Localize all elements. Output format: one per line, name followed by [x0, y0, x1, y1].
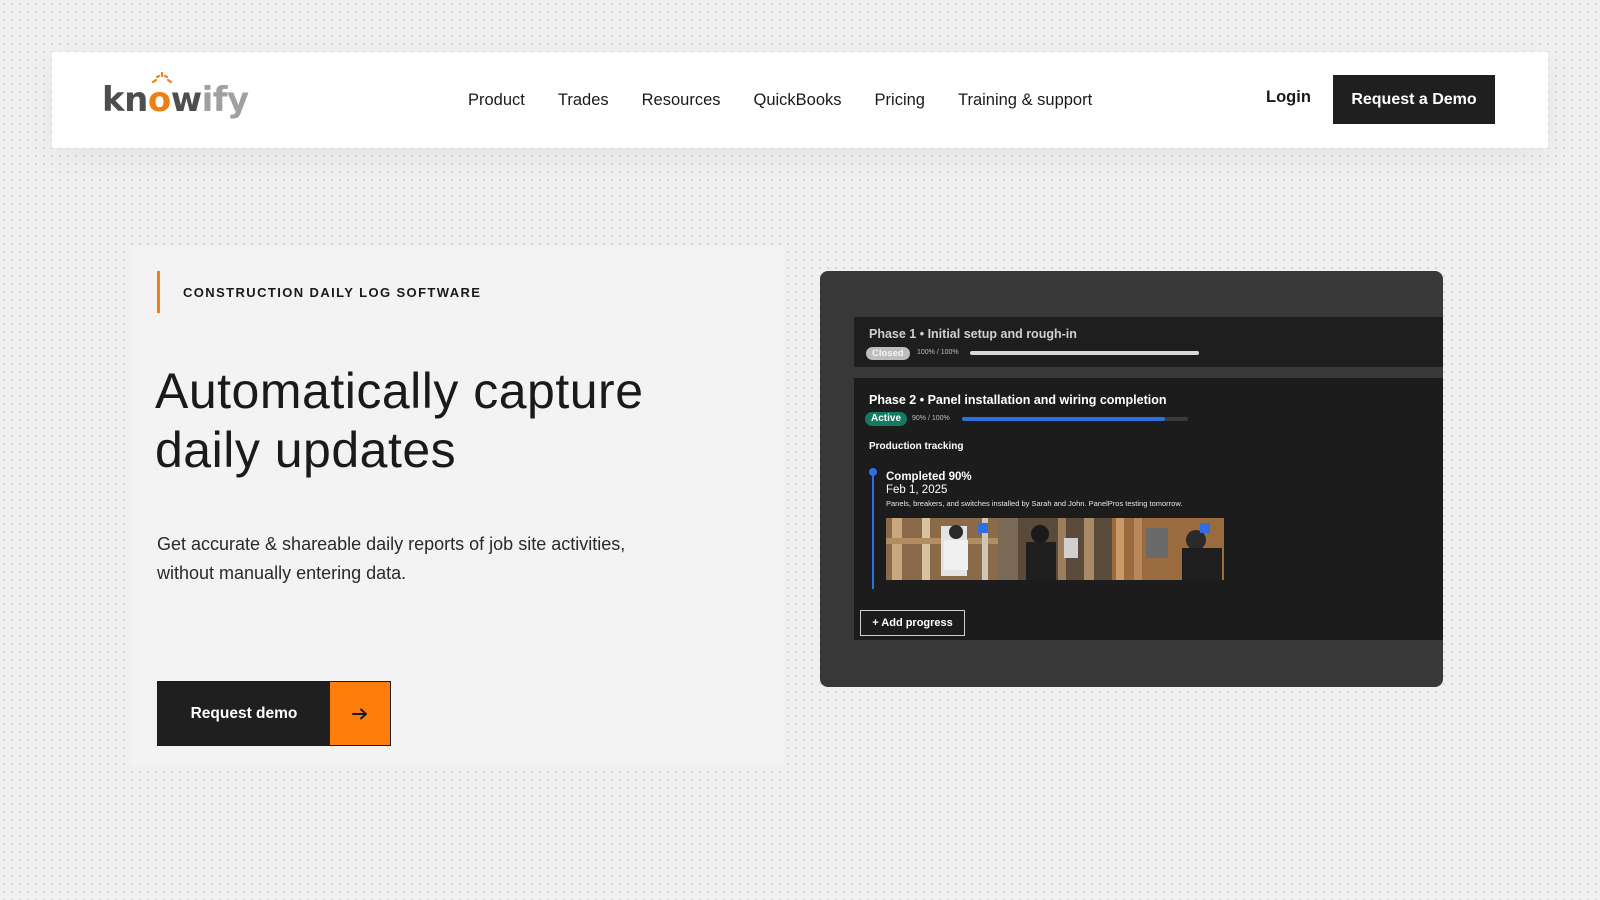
entry-title: Completed 90% — [886, 471, 972, 483]
photo-strip — [886, 518, 1226, 580]
photo-thumbnail[interactable] — [998, 518, 1112, 580]
logo-text-ify: ify — [201, 80, 250, 120]
hero-eyebrow: CONSTRUCTION DAILY LOG SOFTWARE — [157, 271, 481, 313]
phase-2-title: Phase 2 • Panel installation and wiring … — [869, 393, 1167, 407]
phase-1-progress-track — [970, 351, 1199, 355]
nav-trades[interactable]: Trades — [558, 91, 609, 110]
entry-note: Panels, breakers, and switches installed… — [886, 499, 1183, 508]
logo-text-o: o — [147, 80, 171, 120]
main-nav: Product Trades Resources QuickBooks Pric… — [468, 52, 1125, 148]
headline-line-1: Automatically capture — [155, 363, 644, 419]
subtext-line-1: Get accurate & shareable daily reports o… — [157, 534, 626, 554]
hero-subtext: Get accurate & shareable daily reports o… — [157, 530, 717, 588]
app-mockup: Phase 1 • Initial setup and rough-in Clo… — [820, 271, 1443, 687]
knowify-logo[interactable]: kn o w ify — [102, 72, 250, 120]
nav-pricing[interactable]: Pricing — [875, 91, 925, 110]
phase-1-title: Phase 1 • Initial setup and rough-in — [869, 327, 1077, 341]
add-progress-button[interactable]: + Add progress — [860, 610, 965, 636]
logo-o: o — [147, 72, 172, 120]
request-demo-cta[interactable]: Request demo — [157, 681, 391, 746]
nav-quickbooks[interactable]: QuickBooks — [754, 91, 842, 110]
phase-1-progress-fill — [970, 351, 1199, 355]
headline-line-2: daily updates — [155, 422, 457, 478]
timeline-line — [872, 471, 874, 589]
login-link[interactable]: Login — [1266, 88, 1311, 107]
top-navbar: kn o w ify Product Trades Resources Quic… — [52, 52, 1548, 148]
request-demo-label: Request demo — [158, 682, 330, 745]
arrow-right-icon — [330, 682, 390, 745]
entry-date: Feb 1, 2025 — [886, 484, 948, 496]
phase-2-progress-track — [962, 417, 1188, 421]
photo-thumbnail[interactable] — [1112, 518, 1224, 580]
nav-training-support[interactable]: Training & support — [958, 91, 1092, 110]
production-tracking-label: Production tracking — [869, 441, 964, 452]
status-badge-closed: Closed — [866, 347, 910, 360]
subtext-line-2: without manually entering data. — [157, 563, 407, 583]
nav-resources[interactable]: Resources — [642, 91, 721, 110]
nav-product[interactable]: Product — [468, 91, 525, 110]
phase-1-card[interactable]: Phase 1 • Initial setup and rough-in Clo… — [854, 317, 1443, 367]
logo-text-w: w — [170, 80, 202, 120]
sun-icon — [151, 72, 172, 84]
request-a-demo-button[interactable]: Request a Demo — [1333, 75, 1495, 124]
timeline-dot — [869, 468, 877, 476]
photo-thumbnail[interactable] — [886, 518, 998, 580]
phase-2-card[interactable]: Phase 2 • Panel installation and wiring … — [854, 378, 1443, 640]
phase-1-percent: 100% / 100% — [917, 349, 959, 356]
phase-2-percent: 90% / 100% — [912, 415, 950, 422]
status-badge-active: Active — [865, 412, 908, 426]
logo-text-kn: kn — [102, 80, 148, 120]
hero-headline: Automatically capture daily updates — [155, 362, 755, 480]
phase-2-progress-fill — [962, 417, 1166, 421]
